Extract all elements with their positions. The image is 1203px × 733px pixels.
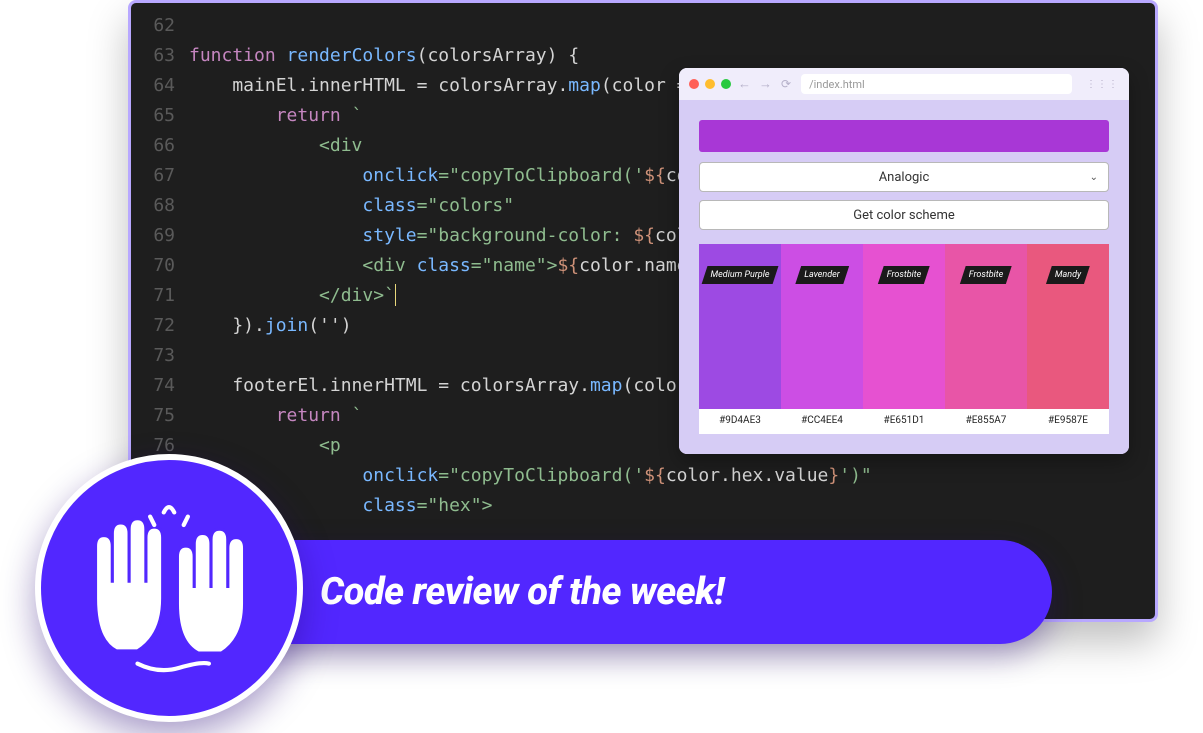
back-arrow-icon[interactable]: ← xyxy=(738,76,751,92)
color-swatch[interactable]: Frostbite xyxy=(863,244,945,409)
line-number: 67 xyxy=(131,161,175,191)
text-cursor xyxy=(395,284,396,306)
badge-pill: Code review of the week! xyxy=(210,540,1052,644)
selected-color-preview[interactable] xyxy=(699,120,1109,152)
line-number: 62 xyxy=(131,11,175,41)
line-number-gutter: 6263646566676869707172737475767778 xyxy=(131,11,189,521)
code-line[interactable]: onclick="copyToClipboard('${color.hex.va… xyxy=(189,461,1155,491)
swatch-name-label: Medium Purple xyxy=(702,266,779,284)
url-bar[interactable]: /index.html xyxy=(801,74,1072,94)
color-swatch[interactable]: Mandy xyxy=(1027,244,1109,409)
hex-row: #9D4AE3#CC4EE4#E651D1#E855A7#E9587E xyxy=(699,409,1109,434)
code-line[interactable]: function renderColors(colorsArray) { xyxy=(189,41,1155,71)
window-minimize-icon[interactable] xyxy=(705,79,715,89)
swatch-hex-label: #CC4EE4 xyxy=(781,415,863,426)
line-number: 66 xyxy=(131,131,175,161)
code-line[interactable]: class="hex"> xyxy=(189,491,1155,521)
line-number: 65 xyxy=(131,101,175,131)
line-number: 73 xyxy=(131,341,175,371)
window-maximize-icon[interactable] xyxy=(721,79,731,89)
swatch-name-label: Mandy xyxy=(1046,266,1090,284)
reload-icon[interactable]: ⟳ xyxy=(781,77,791,91)
swatch-row: Medium Purple Lavender Frostbite Frostbite M… xyxy=(699,244,1109,409)
select-value: Analogic xyxy=(879,170,930,185)
menu-dots-icon[interactable]: ⋮⋮⋮ xyxy=(1086,79,1119,90)
swatch-name-label: Frostbite xyxy=(960,266,1012,284)
color-swatch[interactable]: Frostbite xyxy=(945,244,1027,409)
color-swatch[interactable]: Lavender xyxy=(781,244,863,409)
badge-text: Code review of the week! xyxy=(320,570,724,614)
line-number: 63 xyxy=(131,41,175,71)
line-number: 64 xyxy=(131,71,175,101)
browser-chrome: ← → ⟳ /index.html ⋮⋮⋮ xyxy=(679,68,1129,100)
url-text: /index.html xyxy=(809,78,865,91)
high-five-icon xyxy=(64,483,274,693)
swatch-hex-label: #9D4AE3 xyxy=(699,415,781,426)
line-number: 72 xyxy=(131,311,175,341)
line-number: 69 xyxy=(131,221,175,251)
swatch-hex-label: #E651D1 xyxy=(863,415,945,426)
chevron-down-icon: ⌄ xyxy=(1090,172,1098,183)
scheme-mode-select[interactable]: Analogic ⌄ xyxy=(699,162,1109,192)
line-number: 70 xyxy=(131,251,175,281)
code-line[interactable] xyxy=(189,11,1155,41)
window-close-icon[interactable] xyxy=(689,79,699,89)
browser-preview: ← → ⟳ /index.html ⋮⋮⋮ Analogic ⌄ Get col… xyxy=(679,68,1129,454)
button-label: Get color scheme xyxy=(853,208,955,223)
swatch-hex-label: #E855A7 xyxy=(945,415,1027,426)
line-number: 75 xyxy=(131,401,175,431)
get-color-scheme-button[interactable]: Get color scheme xyxy=(699,200,1109,230)
swatch-hex-label: #E9587E xyxy=(1027,415,1109,426)
forward-arrow-icon[interactable]: → xyxy=(759,76,772,92)
color-swatch[interactable]: Medium Purple xyxy=(699,244,781,409)
browser-body: Analogic ⌄ Get color scheme Medium Purpl… xyxy=(679,100,1129,454)
swatch-name-label: Lavender xyxy=(795,266,848,284)
line-number: 74 xyxy=(131,371,175,401)
line-number: 71 xyxy=(131,281,175,311)
high-five-badge-icon xyxy=(35,454,303,722)
swatch-name-label: Frostbite xyxy=(878,266,930,284)
line-number: 68 xyxy=(131,191,175,221)
